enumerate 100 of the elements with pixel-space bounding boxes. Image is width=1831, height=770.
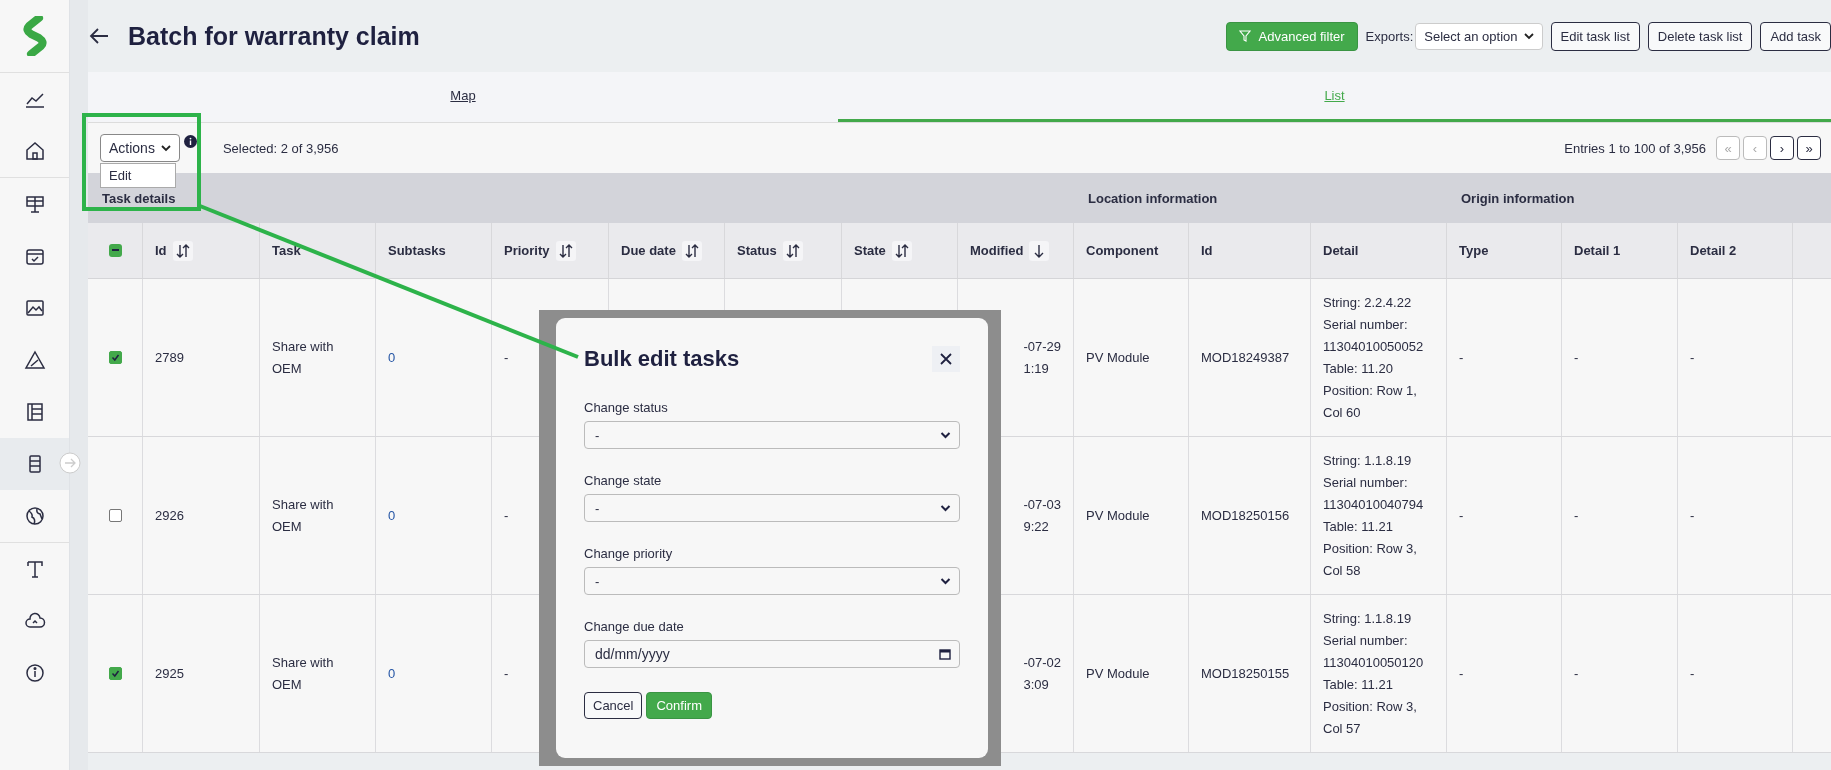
filter-icon — [1238, 30, 1251, 42]
toolbar-button[interactable]: Add task — [1760, 21, 1831, 51]
image-icon — [23, 297, 46, 319]
table-cell-text: Share with OEM — [272, 653, 335, 694]
table-cell-text: PV Module — [1086, 348, 1150, 367]
table-cell-text: - — [504, 348, 509, 367]
toolbar-button[interactable]: Delete task list — [1647, 21, 1753, 51]
table-cell-text: -07-29 1:19 — [1023, 337, 1061, 378]
select-field[interactable]: - — [584, 494, 960, 522]
column-header: Due date — [621, 243, 676, 258]
table-cell-text: MOD18250156 — [1201, 506, 1290, 525]
field-label: Change due date — [584, 619, 685, 634]
close-button[interactable] — [932, 346, 960, 372]
table-cell-text: - — [1690, 348, 1695, 367]
column-header: Modified — [970, 243, 1024, 258]
row-checkbox[interactable] — [108, 667, 122, 680]
minus-icon — [111, 249, 119, 252]
column-header: Component — [1086, 243, 1159, 258]
info-icon[interactable] — [183, 134, 197, 148]
table-cell-text: MOD18249387 — [1201, 348, 1290, 367]
pagination-button[interactable]: » — [1797, 136, 1821, 160]
table-cell-text: 2925 — [155, 664, 184, 683]
table-cell-text: String: 1.1.8.19 Serial number: 11304010050120 Table: 11.21 Position: Row 3, Col 57 — [1323, 609, 1424, 738]
sidebar-item[interactable] — [0, 438, 69, 490]
group-header: Location information — [1087, 190, 1219, 206]
sort-icon[interactable] — [172, 240, 193, 261]
close-icon — [940, 353, 952, 365]
column-header: Detail — [1323, 243, 1359, 258]
column-header: Status — [737, 243, 777, 258]
cancel-button[interactable]: Cancel — [584, 692, 643, 719]
column-header: Detail 2 — [1690, 243, 1737, 258]
sort-icon[interactable] — [555, 240, 576, 261]
table-cell-text: - — [1459, 664, 1464, 683]
selected-count: Selected: 2 of 3,956 — [222, 140, 339, 156]
table-cell-text: PV Module — [1086, 664, 1150, 683]
select-all-checkbox[interactable] — [108, 244, 122, 257]
table-cell-text: - — [1574, 664, 1579, 683]
globe-icon — [23, 505, 46, 527]
row-checkbox[interactable] — [108, 509, 122, 522]
table-cell-text: - — [1574, 348, 1579, 367]
table-cell-text: String: 2.2.4.22 Serial number: 11304010050052 Table: 11.20 Position: Row 1, Col 60 — [1323, 293, 1424, 422]
solar-panel-icon — [23, 193, 46, 215]
home-icon — [23, 140, 46, 162]
chevron-down-icon — [940, 431, 951, 439]
table-cell-text: -07-02 3:09 — [1023, 653, 1061, 694]
column-header: State — [854, 243, 886, 258]
chevron-down-icon — [160, 143, 171, 153]
table-cell-text: - — [504, 506, 509, 525]
table-cell-text: String: 1.1.8.19 Serial number: 11304010040794 Table: 11.21 Position: Row 3, Col 58 — [1323, 451, 1424, 580]
subtasks-link[interactable]: 0 — [388, 504, 396, 527]
warning-icon — [23, 349, 46, 371]
table-cell-text: Share with OEM — [272, 495, 335, 536]
sort-icon[interactable] — [891, 240, 912, 261]
table-cell-text: 2926 — [155, 506, 184, 525]
exports-select[interactable]: Select an option — [1415, 22, 1543, 50]
chevron-down-icon — [940, 577, 951, 585]
subtasks-link[interactable]: 0 — [388, 346, 396, 369]
table-cell-text: - — [1690, 664, 1695, 683]
select-field[interactable]: - — [584, 421, 960, 449]
menu-item[interactable]: Edit — [109, 168, 167, 183]
entries-count: Entries 1 to 100 of 3,956 — [1564, 140, 1706, 156]
table-cell-text: MOD18250155 — [1201, 664, 1290, 683]
sort-down-icon[interactable] — [1029, 240, 1050, 261]
column-header: Priority — [504, 243, 550, 258]
column-header: Task — [272, 243, 301, 258]
sort-icon[interactable] — [681, 240, 702, 261]
sort-icon[interactable] — [782, 240, 803, 261]
column-header: Id — [1201, 243, 1213, 258]
toolbar-button[interactable]: Edit task list — [1550, 21, 1640, 51]
table-cell-text: 2789 — [155, 348, 184, 367]
row-checkbox[interactable] — [108, 351, 122, 364]
logo-icon[interactable] — [22, 16, 47, 56]
table-cell-text: - — [1690, 506, 1695, 525]
table-cell-text: PV Module — [1086, 506, 1150, 525]
column-header: Detail 1 — [1574, 243, 1621, 258]
dialog-title: Bulk edit tasks — [584, 346, 740, 372]
exports-label: Exports: — [1365, 28, 1414, 44]
column-header: Type — [1459, 243, 1489, 258]
column-header: Subtasks — [388, 243, 446, 258]
table-cell-text: -07-03 9:22 — [1023, 495, 1061, 536]
field-label: Change state — [584, 473, 663, 488]
actions-select[interactable]: Actions — [100, 134, 180, 162]
chevron-down-icon — [940, 504, 951, 512]
subtasks-link[interactable]: 0 — [388, 662, 396, 685]
pagination-button[interactable]: › — [1770, 136, 1794, 160]
field-label: Change priority — [584, 546, 674, 561]
info-icon — [23, 662, 46, 684]
page-title: Batch for warranty claim — [128, 21, 420, 51]
table-cell-text: - — [1574, 506, 1579, 525]
table-cell-text: Share with OEM — [272, 337, 335, 378]
group-header: Task details — [101, 190, 177, 206]
field-label: Change status — [584, 400, 669, 415]
date-field[interactable]: dd/mm/yyyy — [584, 640, 960, 668]
calendar-icon[interactable] — [939, 648, 951, 660]
select-field[interactable]: - — [584, 567, 960, 595]
checkmark-icon — [110, 353, 120, 362]
group-header: Origin information — [1460, 190, 1576, 206]
checkmark-icon — [110, 669, 120, 678]
view-tab[interactable]: Map — [88, 72, 838, 122]
table-cell-text: - — [1459, 348, 1464, 367]
